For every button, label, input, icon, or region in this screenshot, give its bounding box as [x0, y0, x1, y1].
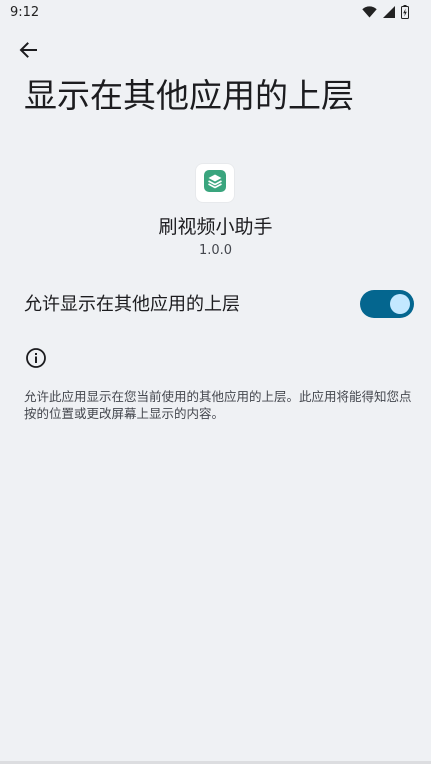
allow-overlay-switch[interactable]	[360, 290, 414, 318]
app-stack-icon	[204, 170, 226, 196]
back-button[interactable]	[14, 38, 42, 66]
status-bar: 9:12	[0, 0, 431, 26]
switch-thumb	[390, 294, 410, 314]
info-icon	[25, 347, 47, 369]
page-title: 显示在其他应用的上层	[24, 76, 354, 115]
arrow-back-icon	[19, 41, 37, 63]
status-time: 9:12	[10, 5, 40, 20]
wifi-icon	[362, 6, 377, 18]
signal-icon	[383, 6, 395, 18]
allow-overlay-setting-row[interactable]: 允许显示在其他应用的上层	[0, 280, 431, 328]
permission-description: 允许此应用显示在您当前使用的其他应用的上层。此应用将能得知您点按的位置或更改屏幕…	[24, 389, 412, 421]
app-icon	[196, 164, 234, 202]
app-version: 1.0.0	[198, 243, 233, 258]
battery-icon	[401, 5, 409, 19]
app-name: 刷视频小助手	[158, 216, 273, 238]
allow-overlay-label: 允许显示在其他应用的上层	[24, 294, 240, 315]
status-icons	[362, 4, 409, 20]
